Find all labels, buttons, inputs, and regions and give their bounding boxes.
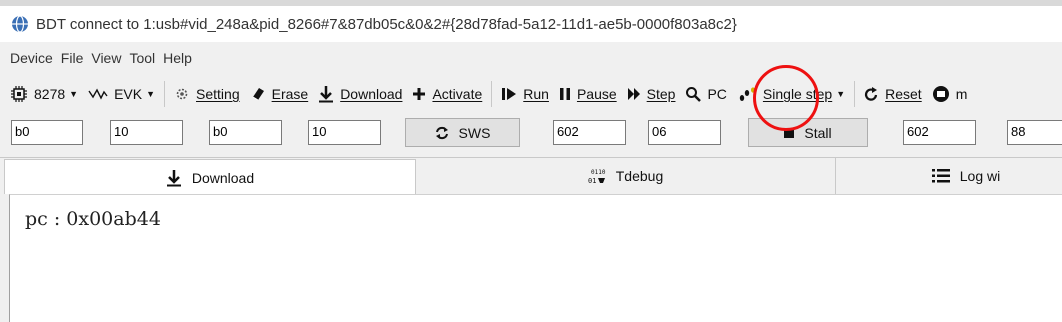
- menu-device[interactable]: Device: [10, 50, 53, 66]
- globe-app-icon: [12, 15, 28, 33]
- download-arrow-icon: [166, 169, 181, 186]
- svg-text:01: 01: [588, 177, 596, 185]
- fast-forward-icon: [627, 88, 640, 100]
- gear-icon: [176, 88, 188, 100]
- board-label: EVK: [114, 86, 143, 102]
- toolbar-separator: [164, 81, 166, 107]
- memory-icon: [932, 86, 949, 102]
- reset-label: Reset: [885, 86, 922, 102]
- window-title: BDT connect to 1:usb#vid_248a&pid_8266#7…: [36, 15, 737, 33]
- tab-log-window[interactable]: Log wi: [836, 158, 1062, 194]
- tab-download-label: Download: [191, 169, 255, 186]
- waveform-icon: [88, 88, 108, 100]
- chevron-down-icon: ▼: [69, 89, 79, 99]
- binary-debug-icon: 0110 01: [588, 169, 606, 185]
- address-field-1[interactable]: b0: [11, 120, 83, 145]
- chip-select-button[interactable]: 8278 ▼: [0, 80, 83, 108]
- sws-label: SWS: [458, 124, 491, 141]
- step-button[interactable]: Step: [622, 80, 681, 108]
- download-label: Download: [340, 86, 403, 102]
- tab-bar: Download 0110 01 Tdebug Log wi: [0, 157, 1062, 195]
- pause-label: Pause: [576, 86, 617, 102]
- menu-view[interactable]: View: [91, 50, 121, 66]
- eraser-icon: [252, 88, 264, 101]
- run-button[interactable]: Run: [496, 80, 554, 108]
- refresh-icon: [435, 126, 448, 139]
- chevron-down-icon: ▼: [146, 89, 156, 99]
- toolbar-separator: [491, 81, 493, 107]
- pc-label: PC: [707, 86, 727, 102]
- tab-download[interactable]: Download: [4, 159, 416, 195]
- left-margin: [0, 194, 9, 322]
- register-field-row: b0 10 b0 10 SWS 602 06 Stall 602 88: [0, 117, 1062, 151]
- pause-icon: [559, 88, 570, 100]
- search-icon: [686, 87, 702, 102]
- setting-button[interactable]: Setting: [169, 80, 245, 108]
- erase-button[interactable]: Erase: [245, 80, 314, 108]
- value-field-1[interactable]: 10: [110, 120, 183, 145]
- pause-button[interactable]: Pause: [554, 80, 622, 108]
- single-step-label: Single step: [762, 86, 833, 102]
- footsteps-icon: [739, 87, 755, 101]
- stall-button[interactable]: Stall: [748, 118, 868, 147]
- menu-bar: Device File View Tool Help: [0, 44, 1062, 72]
- reset-arrow-icon: [865, 86, 878, 101]
- chip-label: 8278: [34, 86, 66, 102]
- title-bar: BDT connect to 1:usb#vid_248a&pid_8266#7…: [0, 6, 1062, 42]
- more-button[interactable]: m: [927, 80, 973, 108]
- pc-output-text: pc : 0x00ab44: [25, 208, 161, 230]
- step-label: Step: [646, 86, 676, 102]
- address-field-4[interactable]: 602: [903, 120, 976, 145]
- chip-icon: [11, 86, 27, 102]
- value-field-2[interactable]: 10: [308, 120, 381, 145]
- menu-file[interactable]: File: [61, 50, 84, 66]
- pc-button[interactable]: PC: [680, 80, 731, 108]
- reset-button[interactable]: Reset: [859, 80, 927, 108]
- download-arrow-icon: [319, 86, 334, 103]
- plus-icon: [413, 88, 426, 100]
- erase-label: Erase: [271, 86, 309, 102]
- output-panel[interactable]: pc : 0x00ab44: [9, 194, 1062, 322]
- menu-tool[interactable]: Tool: [129, 50, 155, 66]
- address-field-3[interactable]: 602: [553, 120, 626, 145]
- tab-log-label: Log wi: [959, 168, 1001, 184]
- tab-tdebug[interactable]: 0110 01 Tdebug: [416, 158, 836, 194]
- menu-help[interactable]: Help: [163, 50, 192, 66]
- board-select-button[interactable]: EVK ▼: [83, 80, 160, 108]
- value-field-4[interactable]: 88: [1007, 120, 1062, 145]
- activate-label: Activate: [432, 86, 483, 102]
- setting-label: Setting: [196, 86, 240, 102]
- list-icon: [931, 169, 950, 183]
- toolbar: 8278 ▼ EVK ▼ Setting Erase Download Acti…: [0, 77, 1062, 111]
- svg-text:0110: 0110: [591, 169, 606, 176]
- more-label: m: [955, 86, 968, 102]
- activate-button[interactable]: Activate: [407, 80, 487, 108]
- chevron-down-icon: ▼: [836, 89, 846, 99]
- toolbar-separator: [854, 81, 856, 107]
- single-step-button[interactable]: Single step ▼: [732, 80, 850, 108]
- value-field-3[interactable]: 06: [648, 120, 721, 145]
- sws-button[interactable]: SWS: [405, 118, 520, 147]
- run-label: Run: [523, 86, 549, 102]
- run-icon: [502, 88, 517, 100]
- address-field-2[interactable]: b0: [209, 120, 282, 145]
- tab-tdebug-label: Tdebug: [615, 168, 664, 184]
- download-button[interactable]: Download: [313, 80, 407, 108]
- stop-icon: [784, 127, 795, 138]
- stall-label: Stall: [804, 124, 832, 141]
